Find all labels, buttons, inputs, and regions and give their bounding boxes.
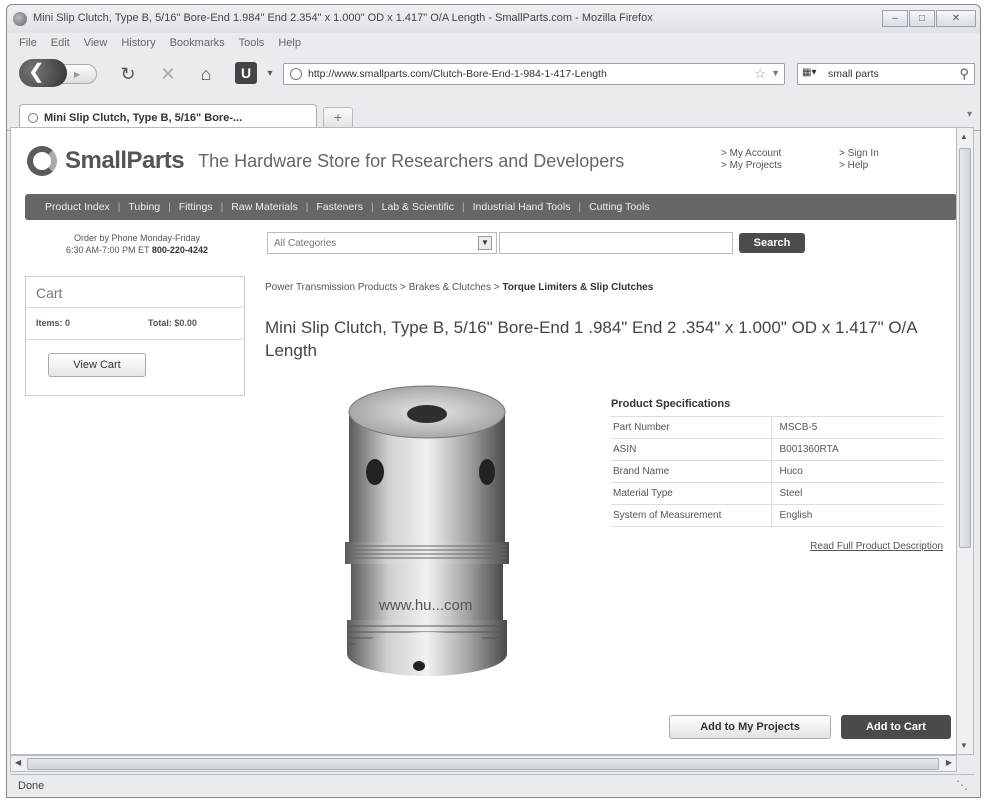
status-bar: Done ⋱ — [10, 774, 974, 796]
window-title: Mini Slip Clutch, Type B, 5/16" Bore-End… — [33, 12, 653, 24]
resize-grip-icon[interactable]: ⋱ — [956, 778, 968, 792]
main-navigation: Product Index | Tubing | Fittings | Raw Mat… — [25, 194, 956, 220]
chevron-down-icon[interactable]: ▼ — [478, 236, 492, 250]
vertical-scroll-thumb[interactable] — [959, 148, 971, 548]
horizontal-scroll-thumb[interactable] — [27, 758, 939, 770]
search-engine-icon[interactable]: ▦▾ — [802, 67, 824, 81]
table-row: Part Number MSCB-5 — [611, 417, 943, 439]
tab-label: Mini Slip Clutch, Type B, 5/16" Bore-... — [44, 112, 243, 124]
url-dropdown-icon[interactable]: ▼ — [771, 68, 780, 78]
help-link[interactable]: > Help — [839, 160, 879, 172]
site-search-input[interactable] — [499, 232, 733, 254]
addon-u-icon[interactable]: U — [235, 62, 257, 84]
nav-tubing[interactable]: Tubing — [128, 201, 160, 213]
phone-order-info: Order by Phone Monday-Friday 6:30 AM-7:0… — [27, 232, 247, 256]
table-row: System of Measurement English — [611, 504, 943, 527]
new-tab-button[interactable]: + — [323, 107, 353, 129]
bookmark-star-icon[interactable]: ☆ — [754, 66, 766, 82]
globe-icon — [290, 68, 302, 80]
reload-icon[interactable]: ↻ — [117, 63, 139, 85]
view-cart-button[interactable]: View Cart — [48, 353, 146, 377]
menu-view[interactable]: View — [84, 37, 108, 49]
breadcrumb-power-transmission[interactable]: Power Transmission Products — [265, 282, 397, 293]
nav-cutting-tools[interactable]: Cutting Tools — [589, 201, 650, 213]
menu-file[interactable]: File — [19, 37, 37, 49]
search-icon[interactable]: ⚲ — [959, 66, 969, 82]
product-title: Mini Slip Clutch, Type B, 5/16" Bore-End… — [265, 318, 917, 360]
nav-lab-scientific[interactable]: Lab & Scientific — [382, 201, 454, 213]
browser-search-box[interactable]: ▦▾ small parts ⚲ — [797, 63, 975, 85]
tab-list-icon[interactable]: ▾ — [967, 109, 972, 120]
stop-icon[interactable]: ✕ — [157, 63, 179, 85]
dropdown-icon[interactable]: ▾ — [259, 63, 281, 85]
nav-fittings[interactable]: Fittings — [179, 201, 213, 213]
help-links: > Sign In > Help — [839, 148, 879, 172]
sign-in-link[interactable]: > Sign In — [839, 148, 879, 160]
cart-title: Cart — [36, 285, 63, 301]
product-image: www.hu...com — [327, 382, 547, 702]
scroll-right-icon[interactable]: ▶ — [946, 758, 952, 767]
breadcrumb-current: Torque Limiters & Slip Clutches — [502, 282, 654, 293]
phone-hours: Order by Phone Monday-Friday — [73, 233, 201, 243]
breadcrumb: Power Transmission Products > Brakes & C… — [265, 282, 654, 293]
menu-bookmarks[interactable]: Bookmarks — [170, 37, 225, 49]
navigation-toolbar: ▸ ❮ ↻ ✕ ⌂ U ▾ http://www.smallparts.com/… — [7, 55, 980, 95]
phone-number: 800-220-4242 — [151, 245, 208, 255]
search-button[interactable]: Search — [739, 233, 805, 253]
menu-edit[interactable]: Edit — [51, 37, 70, 49]
brand-name: SmallParts — [65, 147, 185, 174]
account-links: > My Account > My Projects — [721, 148, 782, 172]
scroll-down-icon[interactable]: ▼ — [960, 741, 968, 750]
phone-time: 6:30 AM-7:00 PM ET — [66, 245, 150, 255]
menu-history[interactable]: History — [121, 37, 155, 49]
page-content: SmallParts The Hardware Store for Resear… — [10, 127, 957, 755]
product-engraving: www.hu...com — [378, 597, 472, 614]
nav-fasteners[interactable]: Fasteners — [316, 201, 363, 213]
tagline: The Hardware Store for Researchers and D… — [198, 150, 625, 171]
specs-table: Part Number MSCB-5 ASIN B001360RTA Brand N… — [611, 417, 943, 527]
scroll-up-icon[interactable]: ▲ — [960, 132, 968, 141]
tab-favicon-icon — [28, 113, 38, 123]
cart-items-count: Items: 0 — [36, 318, 71, 328]
logo-icon — [27, 146, 57, 176]
breadcrumb-brakes-clutches[interactable]: Brakes & Clutches — [409, 282, 491, 293]
table-row: Brand Name Huco — [611, 460, 943, 483]
full-description-link[interactable]: Read Full Product Description — [611, 541, 943, 552]
close-button[interactable]: ✕ — [936, 10, 976, 27]
add-to-projects-button[interactable]: Add to My Projects — [669, 715, 831, 739]
search-query[interactable]: small parts — [828, 68, 879, 80]
nav-raw-materials[interactable]: Raw Materials — [231, 201, 298, 213]
nav-hand-tools[interactable]: Industrial Hand Tools — [473, 201, 571, 213]
cart-total: Total: $0.00 — [148, 318, 197, 328]
back-button[interactable]: ❮ — [19, 59, 67, 87]
my-projects-link[interactable]: > My Projects — [721, 160, 782, 172]
site-logo[interactable]: SmallParts The Hardware Store for Resear… — [27, 146, 624, 176]
cart-box: Cart Items: 0 Total: $0.00 View Cart — [25, 276, 245, 396]
product-specifications: Product Specifications Part Number MSCB-5… — [611, 398, 943, 552]
menu-help[interactable]: Help — [278, 37, 301, 49]
home-icon[interactable]: ⌂ — [195, 63, 217, 85]
nav-product-index[interactable]: Product Index — [45, 201, 110, 213]
status-text: Done — [18, 780, 45, 792]
horizontal-scrollbar[interactable]: ◀ ▶ — [10, 755, 957, 772]
vertical-scrollbar[interactable]: ▲ ▼ — [957, 127, 974, 755]
menu-bar: File Edit View History Bookmarks Tools H… — [7, 33, 980, 53]
my-account-link[interactable]: > My Account — [721, 148, 782, 160]
add-to-cart-button[interactable]: Add to Cart — [841, 715, 951, 739]
specs-title: Product Specifications — [611, 398, 943, 417]
url-text[interactable]: http://www.smallparts.com/Clutch-Bore-En… — [308, 68, 607, 80]
scroll-left-icon[interactable]: ◀ — [15, 758, 21, 767]
table-row: ASIN B001360RTA — [611, 438, 943, 461]
table-row: Material Type Steel — [611, 482, 943, 505]
title-bar: Mini Slip Clutch, Type B, 5/16" Bore-End… — [7, 5, 980, 33]
menu-tools[interactable]: Tools — [239, 37, 265, 49]
address-bar[interactable]: http://www.smallparts.com/Clutch-Bore-En… — [283, 63, 785, 85]
minimize-button[interactable]: – — [882, 10, 908, 27]
maximize-button[interactable]: □ — [909, 10, 935, 27]
firefox-icon — [13, 12, 27, 26]
category-value: All Categories — [274, 238, 337, 249]
category-select[interactable]: All Categories ▼ — [267, 232, 497, 254]
